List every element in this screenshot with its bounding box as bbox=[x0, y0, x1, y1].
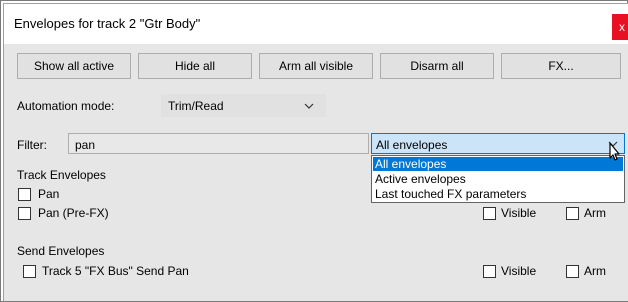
send-pan-checkbox[interactable] bbox=[23, 265, 36, 278]
send-pan-label: Track 5 "FX Bus" Send Pan bbox=[42, 264, 189, 278]
chevron-down-icon bbox=[304, 103, 314, 109]
title-bar: Envelopes for track 2 "Gtr Body" x bbox=[4, 4, 628, 44]
automation-mode-select[interactable]: Trim/Read bbox=[161, 94, 326, 117]
envelope-type-select[interactable]: All envelopes bbox=[371, 133, 625, 154]
send-pan-arm-checkbox[interactable] bbox=[566, 265, 579, 278]
filter-value: pan bbox=[75, 138, 96, 152]
show-all-active-button[interactable]: Show all active bbox=[17, 53, 131, 79]
disarm-all-button[interactable]: Disarm all bbox=[380, 53, 494, 79]
pan-pre-fx-label: Pan (Pre-FX) bbox=[38, 206, 109, 220]
send-pan-arm-label: Arm bbox=[584, 264, 606, 278]
filter-label: Filter: bbox=[17, 138, 47, 152]
pan-pre-fx-checkbox[interactable] bbox=[18, 207, 31, 220]
mouse-pointer-icon bbox=[609, 142, 620, 161]
filter-input[interactable]: pan bbox=[68, 133, 369, 154]
dropdown-option-active-envelopes[interactable]: Active envelopes bbox=[373, 172, 623, 186]
pan-pre-fx-arm-label: Arm bbox=[584, 206, 606, 220]
window-title: Envelopes for track 2 "Gtr Body" bbox=[14, 16, 201, 31]
pan-label: Pan bbox=[38, 187, 60, 201]
automation-mode-label: Automation mode: bbox=[17, 99, 115, 113]
pan-pre-fx-arm-checkbox[interactable] bbox=[566, 207, 579, 220]
dropdown-option-last-touched-fx[interactable]: Last touched FX parameters bbox=[373, 187, 623, 201]
pan-pre-fx-visible-checkbox[interactable] bbox=[483, 207, 496, 220]
send-pan-visible-label: Visible bbox=[501, 264, 537, 278]
pan-checkbox[interactable] bbox=[18, 188, 31, 201]
dropdown-option-all-envelopes[interactable]: All envelopes bbox=[373, 157, 623, 171]
dialog-content: Show all active Hide all Arm all visible… bbox=[4, 44, 628, 301]
send-pan-visible-checkbox[interactable] bbox=[483, 265, 496, 278]
fx-button[interactable]: FX... bbox=[501, 53, 621, 79]
send-envelopes-heading: Send Envelopes bbox=[17, 244, 105, 258]
arm-all-visible-button[interactable]: Arm all visible bbox=[259, 53, 373, 79]
automation-mode-value: Trim/Read bbox=[168, 99, 224, 113]
pan-pre-fx-visible-label: Visible bbox=[501, 206, 537, 220]
close-icon: x bbox=[619, 20, 625, 34]
envelope-type-value: All envelopes bbox=[376, 138, 448, 152]
envelopes-dialog: Envelopes for track 2 "Gtr Body" x Show … bbox=[3, 3, 628, 301]
close-button[interactable]: x bbox=[612, 14, 628, 40]
envelope-type-dropdown: All envelopes Active envelopes Last touc… bbox=[371, 155, 625, 203]
hide-all-button[interactable]: Hide all bbox=[138, 53, 252, 79]
track-envelopes-heading: Track Envelopes bbox=[17, 168, 106, 182]
